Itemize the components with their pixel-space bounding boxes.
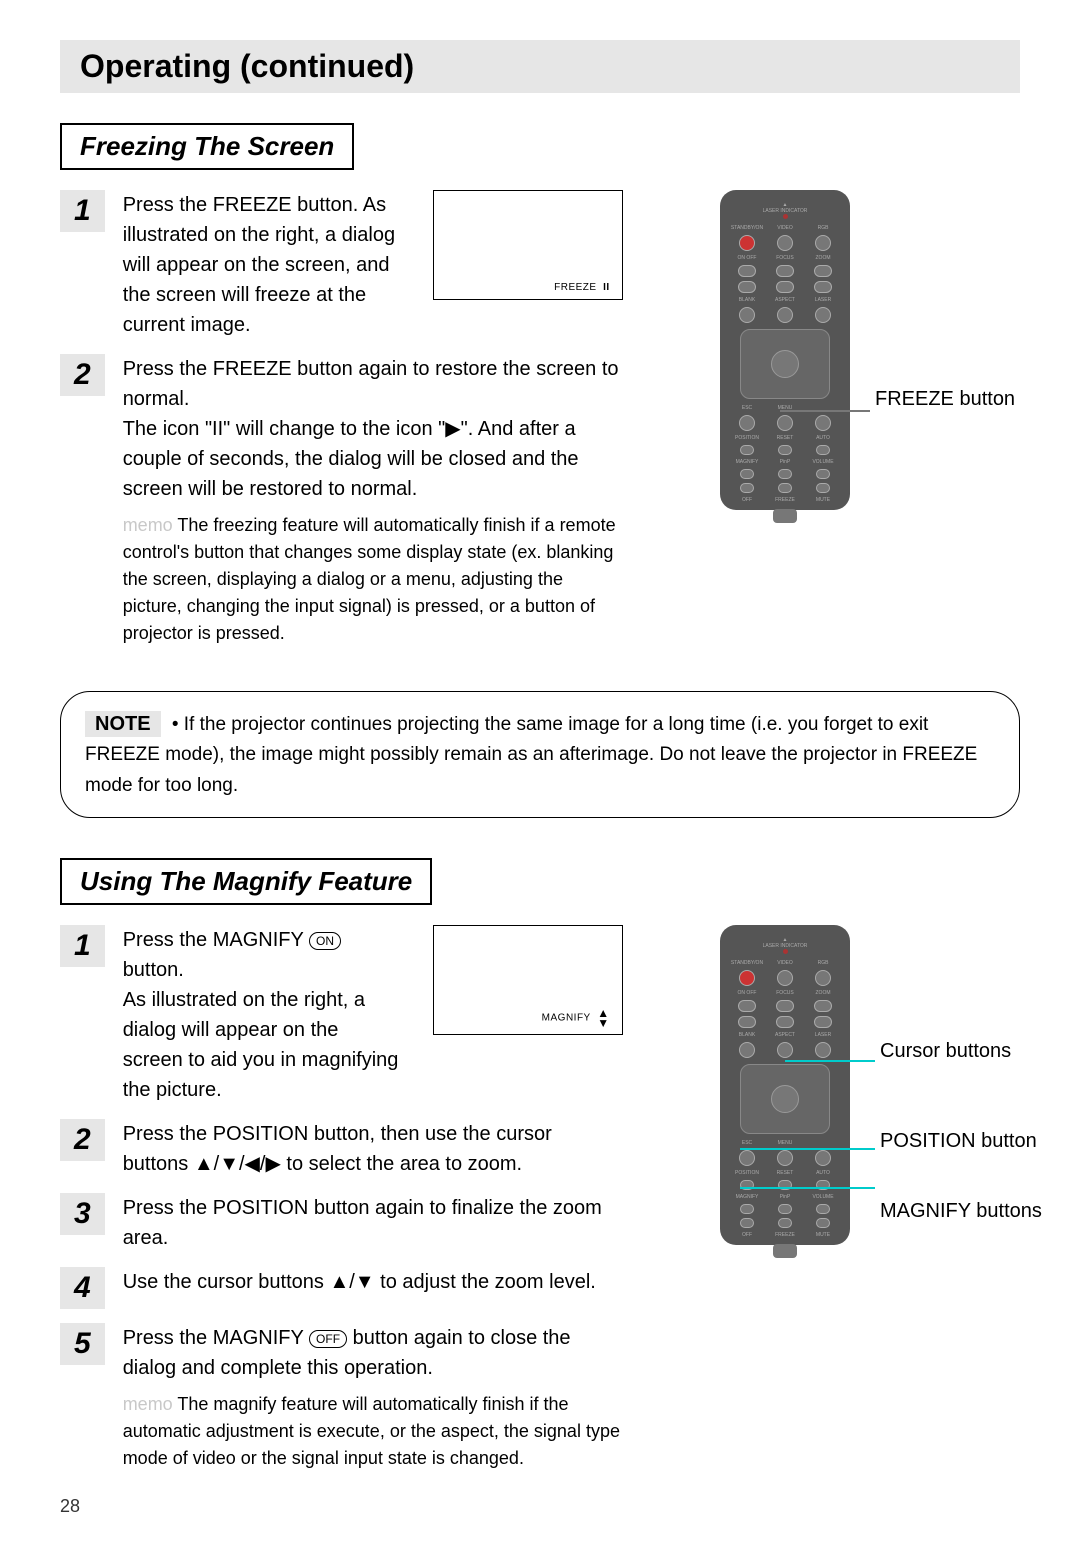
step-text: Press the FREEZE button. As illustrated … bbox=[123, 190, 403, 340]
memo-label: memo bbox=[123, 1394, 173, 1414]
step-number-box: 2 bbox=[60, 1119, 105, 1161]
step-number-box: 2 bbox=[60, 354, 105, 396]
magnify-content-row: 1 Press the MAGNIFY ON button. As illust… bbox=[60, 925, 1020, 1486]
magnify-step-3: 3 Press the POSITION button again to fin… bbox=[60, 1193, 690, 1253]
callout-freeze: FREEZE button bbox=[875, 388, 1015, 411]
section-heading-magnify: Using The Magnify Feature bbox=[60, 858, 432, 905]
callout-magnify: MAGNIFY buttons bbox=[880, 1200, 1042, 1223]
step-text: Press the POSITION button, then use the … bbox=[123, 1119, 623, 1179]
step-number-box: 1 bbox=[60, 190, 105, 232]
note-text: • If the projector continues projecting … bbox=[85, 714, 977, 796]
page-title-bar: Operating (continued) bbox=[60, 40, 1020, 93]
remote-freeze-area: ▲ LASER INDICATOR STANDBY/ONVIDEORGB ON … bbox=[720, 190, 1020, 510]
freeze-content-row: 1 Press the FREEZE button. As illustrate… bbox=[60, 190, 1020, 661]
page-title: Operating (continued) bbox=[80, 48, 1000, 85]
memo-label: memo bbox=[123, 515, 173, 535]
magnify-dialog-preview: MAGNIFY ▲▼ bbox=[433, 925, 623, 1035]
remote-control-image: ▲ LASER INDICATOR STANDBY/ONVIDEORGB ON … bbox=[720, 925, 850, 1245]
step-text: Press the MAGNIFY bbox=[123, 929, 309, 951]
freeze-step-1: 1 Press the FREEZE button. As illustrate… bbox=[60, 190, 690, 340]
magnify-step-1: 1 Press the MAGNIFY ON button. As illust… bbox=[60, 925, 690, 1105]
step-text: The icon "II" will change to the icon "▶… bbox=[123, 414, 623, 504]
section-heading-freeze: Freezing The Screen bbox=[60, 123, 354, 170]
note-box: NOTE • If the projector continues projec… bbox=[60, 691, 1020, 818]
step-number-box: 4 bbox=[60, 1267, 105, 1309]
step-number-box: 3 bbox=[60, 1193, 105, 1235]
off-button-icon: OFF bbox=[309, 1330, 347, 1348]
memo-text: memo The freezing feature will automatic… bbox=[123, 512, 623, 647]
step-text: Press the FREEZE button again to restore… bbox=[123, 354, 623, 414]
dialog-label: MAGNIFY ▲▼ bbox=[542, 1008, 610, 1028]
step-number-box: 5 bbox=[60, 1323, 105, 1365]
freeze-step-2: 2 Press the FREEZE button again to resto… bbox=[60, 354, 690, 647]
page-number: 28 bbox=[60, 1496, 1020, 1517]
magnify-step-5: 5 Press the MAGNIFY OFF button again to … bbox=[60, 1323, 690, 1472]
step-text: Press the MAGNIFY bbox=[123, 1327, 309, 1349]
step-number-box: 1 bbox=[60, 925, 105, 967]
remote-control-image: ▲ LASER INDICATOR STANDBY/ONVIDEORGB ON … bbox=[720, 190, 850, 510]
on-button-icon: ON bbox=[309, 932, 341, 950]
freeze-dialog-preview: FREEZE II bbox=[433, 190, 623, 300]
dialog-label: FREEZE II bbox=[554, 282, 610, 293]
memo-text: memo The magnify feature will automatica… bbox=[123, 1391, 623, 1472]
magnify-step-4: 4 Use the cursor buttons ▲/▼ to adjust t… bbox=[60, 1267, 690, 1309]
note-label: NOTE bbox=[85, 711, 161, 737]
step-text: Press the POSITION button again to final… bbox=[123, 1193, 623, 1253]
callout-position: POSITION button bbox=[880, 1130, 1037, 1153]
step-text: As illustrated on the right, a dialog wi… bbox=[123, 985, 403, 1105]
magnify-step-2: 2 Press the POSITION button, then use th… bbox=[60, 1119, 690, 1179]
remote-magnify-area: ▲ LASER INDICATOR STANDBY/ONVIDEORGB ON … bbox=[720, 925, 1020, 1245]
callout-cursor: Cursor buttons bbox=[880, 1040, 1011, 1063]
step-text: Use the cursor buttons ▲/▼ to adjust the… bbox=[123, 1267, 623, 1297]
